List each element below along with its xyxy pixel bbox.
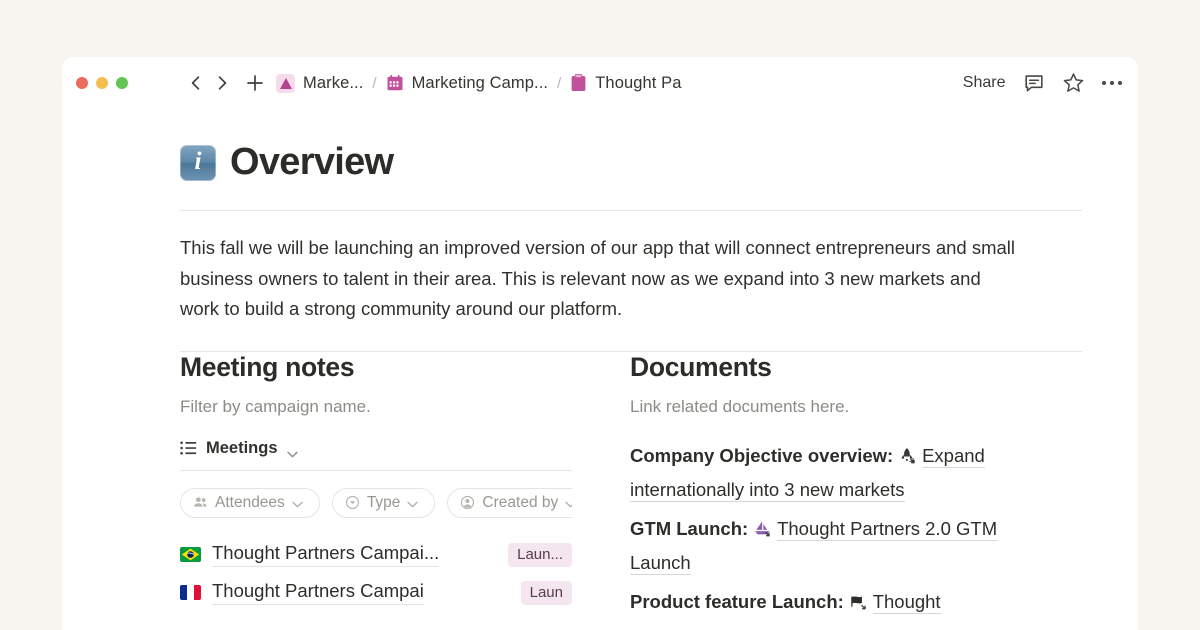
breadcrumb-separator: / [557, 75, 561, 92]
comment-icon[interactable] [1023, 73, 1045, 94]
breadcrumb-label: Thought Pa [595, 74, 681, 93]
table-row[interactable]: Thought Partners Campai Laun [180, 574, 572, 612]
meeting-notes-database: Meetings [180, 439, 572, 612]
close-window-button[interactable] [76, 77, 88, 89]
document-item: Product feature Launch: Thought [630, 585, 1030, 619]
breadcrumb-item-workspace[interactable]: Marke... [276, 74, 363, 93]
star-icon[interactable] [1062, 72, 1085, 94]
document-label: Company Objective overview: [630, 445, 893, 466]
chevron-down-icon[interactable] [565, 495, 572, 510]
information-emoji-icon: i [180, 145, 216, 181]
documents-column: Documents Link related documents here. C… [630, 352, 1030, 625]
breadcrumb-label: Marke... [303, 74, 363, 93]
document-label: Product feature Launch: [630, 591, 844, 612]
table-row[interactable]: Thought Partners Campai... Laun... [180, 536, 572, 574]
breadcrumb-item-campaigns[interactable]: Marketing Camp... [386, 74, 549, 93]
document-label: GTM Launch: [630, 518, 748, 539]
meeting-rows: Thought Partners Campai... Laun... [180, 536, 572, 612]
filter-label: Created by [482, 494, 558, 512]
list-view-icon [180, 441, 197, 455]
minimize-window-button[interactable] [96, 77, 108, 89]
chevron-down-icon[interactable] [407, 495, 422, 510]
flag-france-icon [180, 585, 201, 600]
flag-brazil-icon [180, 547, 201, 562]
page-title: Overview [230, 141, 393, 184]
breadcrumb-separator: / [372, 75, 376, 92]
document-item: Company Objective overview: Expand inter… [630, 439, 1030, 506]
database-divider [180, 470, 572, 471]
document-item: GTM Launch: Thought Partners 2.0 GTM Lau… [630, 512, 1030, 579]
forward-arrow-icon[interactable] [212, 71, 232, 95]
meeting-notes-caption: Filter by campaign name. [180, 397, 630, 417]
database-filter-bar: Attendees [180, 488, 572, 518]
new-page-icon[interactable] [244, 71, 266, 95]
status-badge: Laun... [508, 543, 572, 567]
traffic-light-controls [76, 77, 128, 89]
documents-caption: Link related documents here. [630, 397, 1030, 417]
meeting-title: Thought Partners Campai [212, 580, 424, 605]
document-link[interactable]: Thought [873, 591, 941, 614]
triangle-icon [276, 74, 295, 93]
filter-type[interactable]: Type [332, 488, 436, 518]
breadcrumb-item-current-page[interactable]: Thought Pa [570, 73, 681, 93]
intro-paragraph: This fall we will be launching an improv… [180, 233, 1018, 325]
sailboat-icon [753, 520, 777, 539]
window-titlebar: Marke... / [62, 57, 1138, 109]
people-icon [193, 495, 208, 510]
filter-label: Type [367, 494, 401, 512]
two-column-layout: Meeting notes Filter by campaign name. [180, 352, 1082, 625]
black-flag-icon [849, 593, 873, 612]
page-title-row: i Overview [180, 141, 1082, 184]
meeting-notes-heading: Meeting notes [180, 352, 630, 383]
divider [180, 210, 1082, 211]
breadcrumb: Marke... / [276, 73, 937, 93]
filter-attendees[interactable]: Attendees [180, 488, 320, 518]
database-view-tab[interactable]: Meetings [180, 439, 572, 458]
meeting-title: Thought Partners Campai... [212, 542, 439, 567]
chevron-down-icon[interactable] [287, 445, 298, 452]
filter-label: Attendees [215, 494, 285, 512]
maximize-window-button[interactable] [116, 77, 128, 89]
rocket-icon [898, 447, 922, 466]
filter-created-by[interactable]: Created by [447, 488, 572, 518]
person-icon [460, 495, 475, 510]
database-view-name: Meetings [206, 439, 278, 458]
documents-heading: Documents [630, 352, 1030, 383]
status-badge: Laun [521, 581, 572, 605]
app-window: Marke... / [62, 57, 1138, 630]
more-options-icon[interactable] [1102, 81, 1123, 86]
clipboard-icon [570, 73, 587, 93]
page-content: i Overview This fall we will be launchin… [62, 109, 1138, 625]
meeting-notes-column: Meeting notes Filter by campaign name. [180, 352, 630, 625]
back-arrow-icon[interactable] [186, 71, 206, 95]
select-icon [345, 495, 360, 510]
calendar-icon [386, 74, 404, 92]
breadcrumb-label: Marketing Camp... [412, 74, 549, 93]
titlebar-actions: Share [953, 72, 1122, 94]
chevron-down-icon[interactable] [292, 495, 307, 510]
share-button[interactable]: Share [963, 74, 1006, 92]
screenshot-stage: Marke... / [0, 0, 1200, 630]
sidebar-toggle-icon[interactable] [150, 78, 172, 88]
